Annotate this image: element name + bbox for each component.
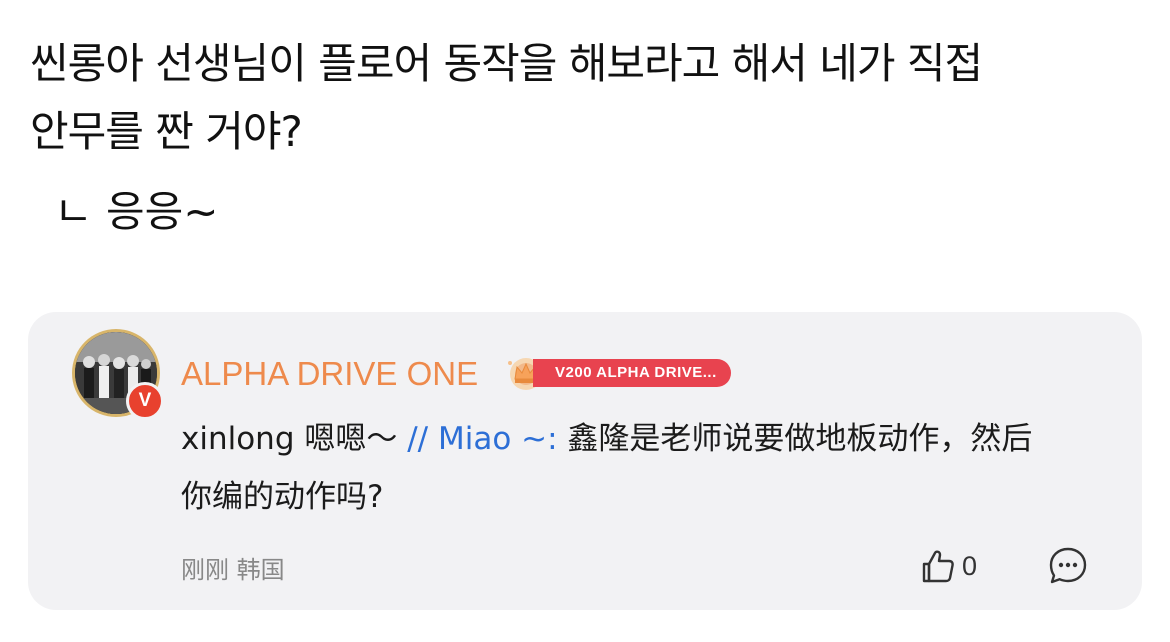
- like-count: 0: [962, 550, 978, 581]
- mention-link[interactable]: // Miao ~:: [407, 421, 557, 457]
- comment-bubble-icon: [1049, 547, 1087, 584]
- username-link[interactable]: ALPHA DRIVE ONE: [181, 354, 478, 394]
- post-text-line-1: 씬롱아 선생님이 플로어 동작을 해보라고 해서 네가 직접: [30, 39, 983, 88]
- comment-button[interactable]: [1046, 544, 1090, 588]
- comment-text: xinlong 嗯嗯～ // Miao ~: 鑫隆是老师说要做地板动作，然后你编…: [181, 410, 1041, 526]
- vip-level-badge[interactable]: V200 ALPHA DRIVE...: [533, 359, 731, 387]
- post-body: 씬롱아 선생님이 플로어 동작을 해보라고 해서 네가 직접 안무를 짠 거야?: [30, 30, 1140, 166]
- comment-card: V ALPHA DRIVE ONE V200 ALPHA DRIVE... xi…: [28, 312, 1142, 610]
- comment-meta: 刚刚 韩国: [181, 556, 285, 584]
- thumbs-up-icon: [922, 550, 954, 583]
- post-reply: ㄴ 응응~: [54, 187, 219, 236]
- post-text-line-2: 안무를 짠 거야?: [30, 107, 303, 156]
- comment-author-text: xinlong 嗯嗯～: [181, 421, 408, 457]
- verified-badge-icon: V: [126, 382, 164, 420]
- like-button[interactable]: 0: [918, 544, 977, 588]
